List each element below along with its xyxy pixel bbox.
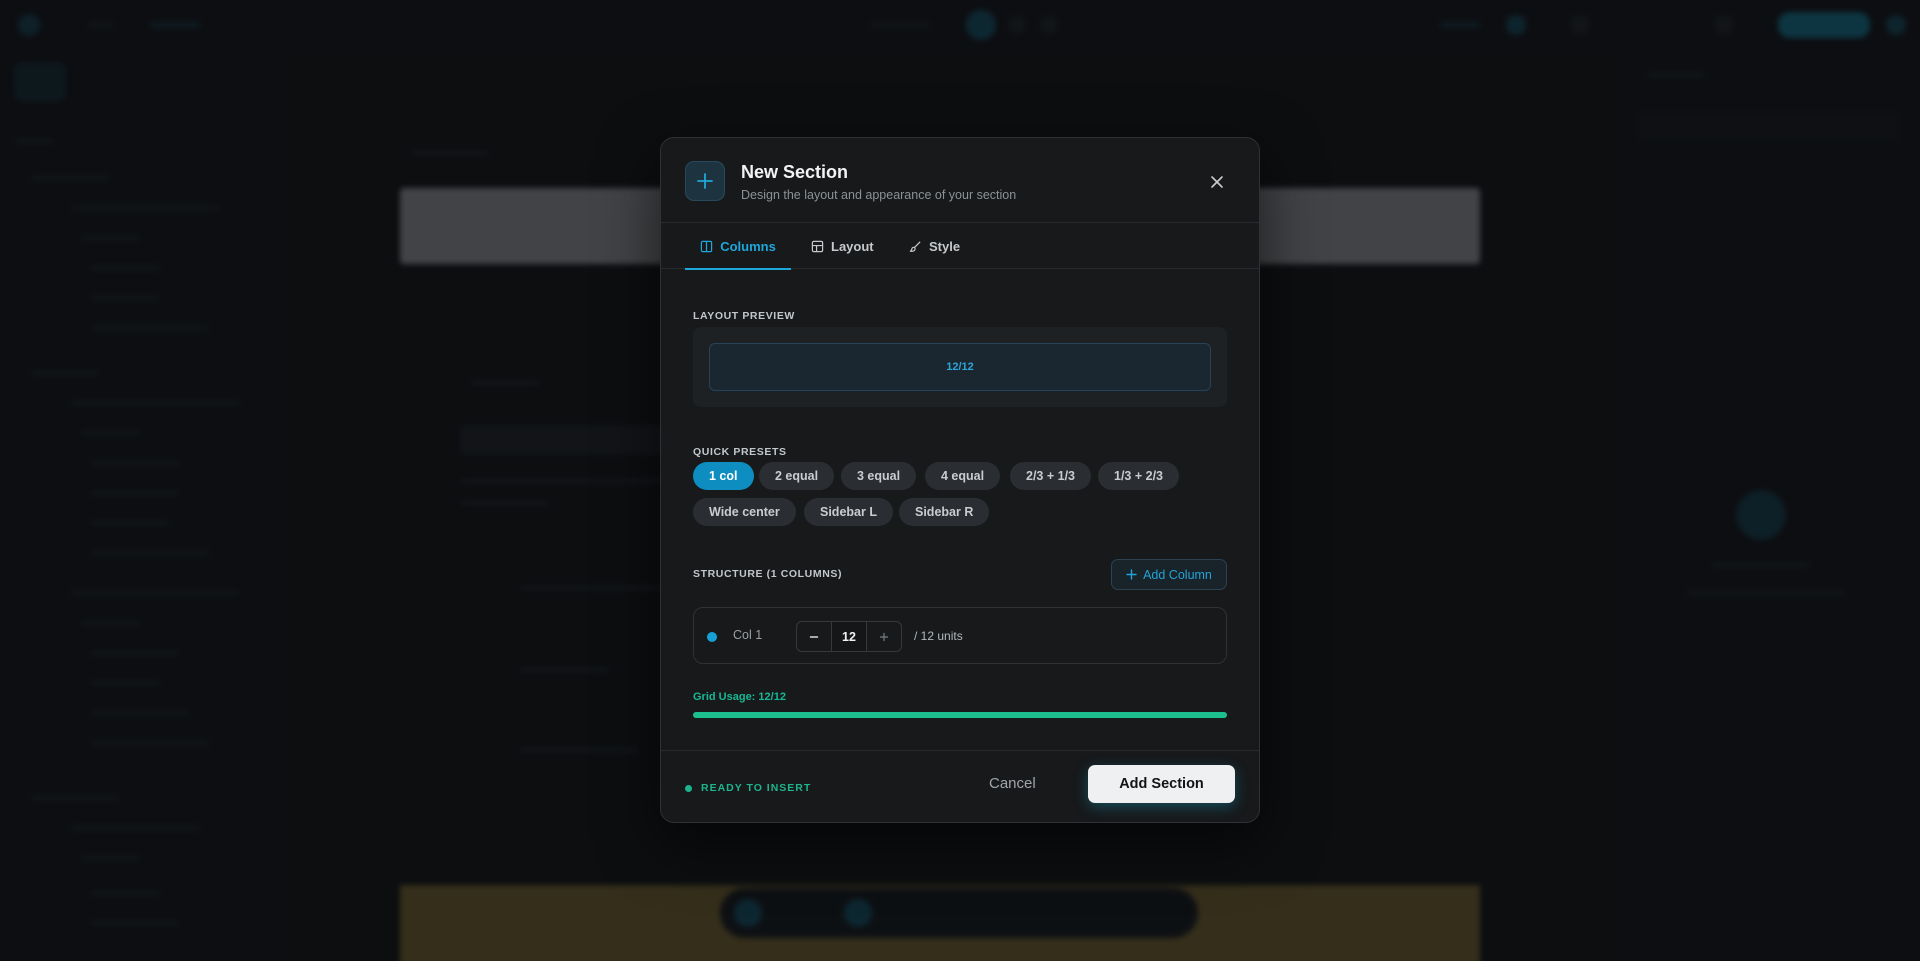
tab-style[interactable]: Style (909, 223, 960, 269)
preset-sidebar-right[interactable]: Sidebar R (899, 498, 990, 526)
structure-label: STRUCTURE (1 COLUMNS) (693, 568, 843, 580)
add-column-label: Add Column (1143, 567, 1212, 582)
preset-one-third-two-thirds[interactable]: 1/3 + 2/3 (1098, 462, 1179, 490)
increment-button[interactable] (867, 622, 901, 651)
tab-columns-label: Columns (720, 238, 776, 254)
column-width-stepper: 12 (796, 621, 902, 652)
plus-icon (685, 161, 725, 201)
brush-icon (909, 240, 921, 252)
quick-presets-label: QUICK PRESETS (693, 446, 787, 458)
close-icon[interactable] (1203, 168, 1231, 196)
minus-icon (809, 635, 819, 638)
modal-title: New Section (741, 162, 849, 182)
column-width-value[interactable]: 12 (831, 622, 867, 651)
preset-two-thirds-one-third[interactable]: 2/3 + 1/3 (1010, 462, 1091, 490)
grid-usage-label: Grid Usage: 12/12 (693, 691, 786, 703)
add-section-button[interactable]: Add Section (1088, 765, 1235, 803)
modal-tabs: Columns Layout Style (661, 223, 1259, 270)
layout-preview-label: LAYOUT PREVIEW (693, 310, 795, 322)
preset-4-equal[interactable]: 4 equal (925, 462, 1001, 490)
grid-usage-bar (693, 712, 1227, 718)
decrement-button[interactable] (797, 622, 831, 651)
status-dot (685, 785, 692, 792)
preview-column: 12/12 (709, 343, 1211, 391)
plus-icon (879, 632, 889, 641)
preset-3-equal[interactable]: 3 equal (841, 462, 917, 490)
preset-sidebar-left[interactable]: Sidebar L (804, 498, 893, 526)
tab-layout-label: Layout (831, 238, 874, 254)
column-name: Col 1 (733, 628, 763, 642)
tab-style-label: Style (929, 238, 961, 254)
preset-1-col[interactable]: 1 col (693, 462, 754, 490)
tab-columns[interactable]: Columns (685, 223, 791, 270)
column-row: Col 1 12 / 12 units (693, 607, 1227, 664)
tab-layout[interactable]: Layout (811, 223, 874, 269)
modal-footer: READY TO INSERT Cancel Add Section (661, 750, 1259, 822)
add-column-button[interactable]: Add Column (1111, 559, 1227, 590)
grid-usage-fill (693, 712, 1227, 718)
layout-icon (811, 240, 824, 252)
columns-icon (700, 240, 713, 252)
new-section-modal: New Section Design the layout and appear… (660, 137, 1260, 823)
plus-icon (1126, 569, 1137, 580)
status-text: READY TO INSERT (701, 782, 812, 794)
preset-wide-center[interactable]: Wide center (693, 498, 796, 526)
column-color-dot (707, 632, 717, 642)
column-units: / 12 units (914, 629, 963, 643)
modal-header: New Section Design the layout and appear… (661, 138, 1259, 223)
layout-preview: 12/12 (693, 327, 1227, 407)
modal-subtitle: Design the layout and appearance of your… (741, 188, 1017, 202)
cancel-button[interactable]: Cancel (989, 775, 1036, 792)
preset-2-equal[interactable]: 2 equal (759, 462, 835, 490)
